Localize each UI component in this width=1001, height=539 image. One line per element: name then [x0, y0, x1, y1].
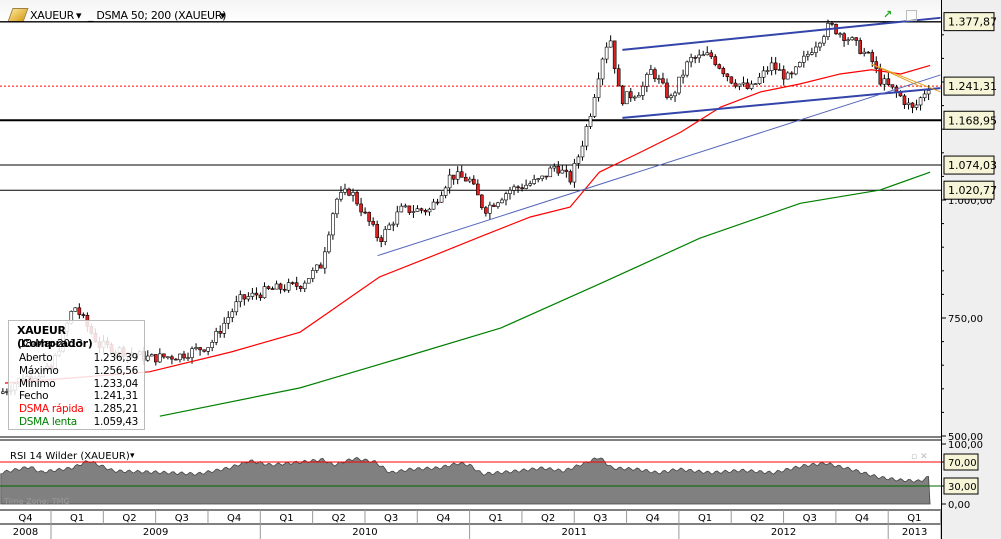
y-tick-label: 750,00 [948, 314, 983, 325]
rsi-close-icon[interactable]: ▫ ✕ [911, 452, 928, 462]
rsi-tick-label: 70,00 [948, 458, 977, 469]
info-label: Aberto [19, 352, 53, 364]
price-label: 1.241,31 [948, 80, 997, 93]
info-label: DSMA lenta [19, 416, 77, 428]
info-value: 1.285,21 [93, 403, 139, 416]
price-label: 1.168,95 [948, 114, 997, 127]
price-label: 1.074,03 [948, 159, 997, 172]
info-label: DSMA rápida [19, 403, 84, 416]
maximize-icon[interactable] [906, 10, 917, 21]
info-label: Fecho [19, 390, 49, 403]
rsi-label[interactable]: RSI 14 Wilder (XAUEUR) [10, 451, 130, 462]
rsi-tick-label: 30,00 [948, 482, 977, 493]
rsi-tick-label: 100,00 [948, 440, 983, 451]
rsi-tick-label: 0,00 [948, 500, 970, 511]
info-value: 1.236,39 [93, 352, 139, 364]
time-zone-label: Time Zone: TMG [4, 497, 70, 506]
price-label: 1.020,77 [948, 184, 997, 197]
info-value: 1.233,04 [93, 377, 139, 390]
info-date: 18-Mar-2013 [19, 338, 83, 350]
info-value: 1.241,31 [93, 390, 139, 403]
info-label: Máximo [19, 364, 59, 377]
rsi-dropdown-icon[interactable]: ▾ [130, 451, 135, 461]
info-panel: XAUEUR (Comprador) 18-Mar-2013 Aberto 1.2… [8, 320, 145, 430]
price-label: 1.377,87 [948, 16, 997, 29]
info-value: 1.059,43 [93, 416, 139, 428]
info-value: 1.256,56 [93, 364, 139, 377]
axis-overlay: 1.000,00750,00500,001.377,871.241,311.16… [941, 12, 997, 511]
info-label: Mínimo [19, 377, 56, 390]
trend-icon: ↗ [883, 8, 893, 21]
